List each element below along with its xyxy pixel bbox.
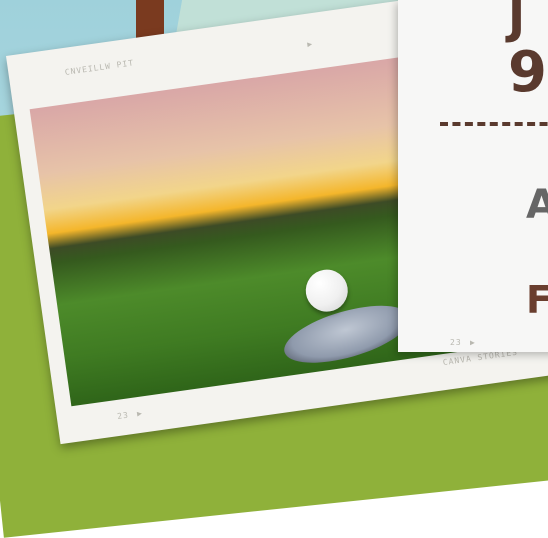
golf-ball — [303, 266, 351, 315]
arrow-mark-icon: ▶ — [470, 338, 476, 347]
dashed-divider — [440, 122, 548, 126]
photo-frame-number: 23 — [116, 410, 130, 421]
arrow-mark-icon: ▶ — [136, 408, 144, 419]
card-text-line-3: A — [526, 182, 548, 228]
card-frame-number: 23 — [450, 338, 462, 347]
card-heading-line-2: 9 — [508, 40, 547, 105]
card-heading-line-1: J — [508, 0, 526, 44]
card-text-line-4: F — [526, 278, 548, 322]
arrow-mark-icon: ▶ — [306, 39, 314, 49]
